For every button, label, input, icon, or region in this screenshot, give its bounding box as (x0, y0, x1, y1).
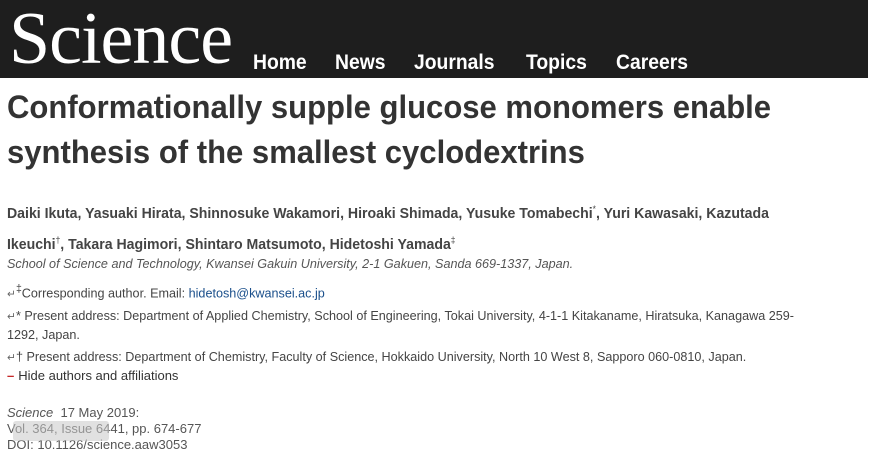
present-address-note-dagger: ↵† Present address: Department of Chemis… (7, 348, 746, 367)
email-link[interactable]: hidetosh@kwansei.ac.jp (189, 285, 325, 300)
author-name[interactable]: Shintaro Matsumoto (185, 236, 321, 253)
author-list: Daiki Ikuta, Yasuaki Hirata, Shinnosuke … (7, 204, 769, 253)
article-title: Conformationally supple glucose monomers… (7, 89, 772, 170)
return-arrow-icon: ↵ (7, 352, 16, 364)
present-address-note-star: ↵* Present address: Department of Applie… (7, 307, 802, 343)
nav-topics[interactable]: Topics (526, 50, 587, 76)
nav-careers[interactable]: Careers (616, 50, 688, 76)
journal-name: Science (7, 405, 54, 420)
author-name[interactable]: Daiki Ikuta (7, 205, 78, 222)
author-name[interactable]: Yusuke Tomabechi (466, 205, 593, 222)
return-arrow-icon: ↵ (7, 311, 16, 323)
author-name[interactable]: Yasuaki Hirata (85, 205, 181, 222)
nav-home[interactable]: Home (253, 50, 307, 76)
nav-news[interactable]: News (335, 50, 385, 76)
author-name[interactable]: Yuri Kawasaki (604, 205, 699, 222)
return-arrow-icon: ↵ (7, 288, 16, 301)
publication-date: 17 May 2019: (60, 405, 140, 420)
corresponding-label: Corresponding author. Email: (21, 285, 189, 301)
author-name[interactable]: Takara Hagimori (68, 236, 177, 253)
nav-journals[interactable]: Journals (414, 50, 495, 76)
author-footnote-mark: ‡ (450, 235, 456, 245)
watermark-overlay (13, 421, 109, 441)
author-footnote-mark: * (592, 204, 596, 214)
main-nav: Home News Journals Topics Careers (253, 50, 718, 76)
site-header: Science Home News Journals Topics Career… (0, 0, 868, 78)
hide-authors-toggle[interactable]: – Hide authors and affiliations (7, 368, 178, 383)
author-footnote-mark: † (55, 235, 61, 245)
corresponding-author-note: ↵‡Corresponding author. Email: hidetosh@… (7, 281, 325, 303)
science-logo[interactable]: Science (9, 2, 233, 76)
hide-authors-label: Hide authors and affiliations (18, 368, 179, 383)
author-name[interactable]: Hidetoshi Yamada (330, 236, 451, 253)
minus-icon: – (7, 368, 15, 383)
present-address-text: Present address: Department of Applied C… (7, 308, 794, 342)
journal-date-line: Science 17 May 2019: (7, 405, 201, 421)
affiliation: School of Science and Technology, Kwanse… (7, 256, 574, 271)
author-name[interactable]: Hiroaki Shimada (348, 205, 458, 222)
author-name[interactable]: Shinnosuke Wakamori (189, 205, 340, 222)
present-address-text: Present address: Department of Chemistry… (22, 349, 747, 364)
